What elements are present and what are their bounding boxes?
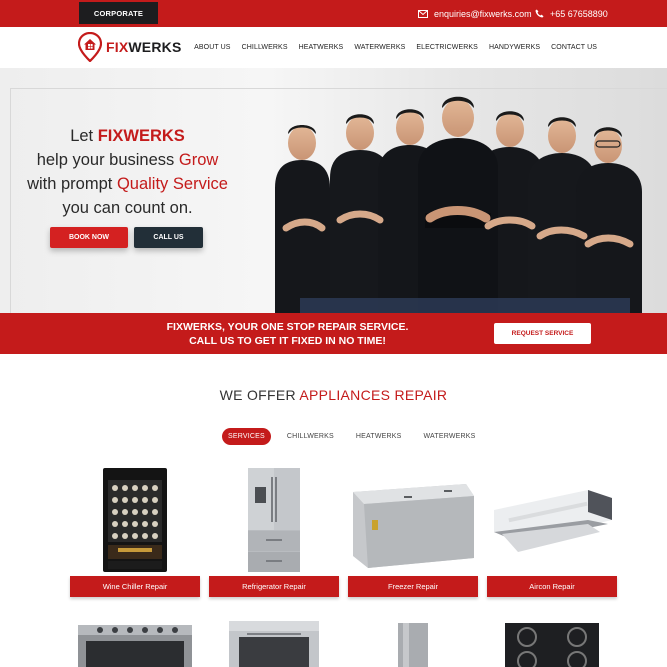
nav-chillwerks[interactable]: CHILLWERKS — [242, 44, 288, 51]
hero-line-3b: Quality Service — [116, 175, 228, 193]
section-title-b: APPLIANCES REPAIR — [299, 387, 448, 403]
tab-waterwerks[interactable]: WATERWERKS — [418, 428, 482, 445]
hero-line-3: with prompt Quality Service — [0, 172, 255, 196]
top-bar: CORPORATE enquiries@fixwerks.com +65 676… — [0, 0, 667, 27]
nav-waterwerks[interactable]: WATERWERKS — [354, 44, 405, 51]
hero-line-2b: Grow — [178, 151, 219, 169]
hero-line-2: help your business Grow — [0, 148, 255, 172]
team-photo — [275, 96, 642, 313]
house-pin-icon — [78, 32, 102, 62]
refrigerator-image — [209, 465, 339, 575]
tab-chillwerks[interactable]: CHILLWERKS — [281, 428, 340, 445]
product-card-oven-range[interactable] — [70, 615, 200, 667]
hero-line-2a: help your business — [36, 151, 179, 169]
hero-line-4: you can count on. — [62, 199, 193, 217]
nav-contact-us[interactable]: CONTACT US — [551, 44, 597, 51]
phone-icon — [535, 9, 544, 18]
tab-heatwerks[interactable]: HEATWERKS — [350, 428, 408, 445]
hero-line-1: Let FIXWERKS — [0, 124, 255, 148]
email-text[interactable]: enquiries@fixwerks.com — [434, 9, 532, 19]
product-card-wine-chiller[interactable]: Wine Chiller Repair — [70, 465, 200, 597]
hero-line-1b: FIXWERKS — [97, 127, 185, 145]
call-us-button[interactable]: CALL US — [134, 227, 203, 248]
product-label[interactable]: Freezer Repair — [348, 576, 478, 597]
main-nav: ABOUT US CHILLWERKS HEATWERKS WATERWERKS… — [194, 27, 597, 68]
section-title-a: WE OFFER — [219, 387, 300, 403]
hero-line-1a: Let — [70, 127, 98, 145]
nav-electricwerks[interactable]: ELECTRICWERKS — [416, 44, 478, 51]
gas-hob-image — [505, 623, 599, 667]
team-member — [576, 127, 642, 313]
wall-oven-image — [229, 621, 319, 667]
banner-line-1: FIXWERKS, YOUR ONE STOP REPAIR SERVICE. — [166, 321, 409, 333]
logo-fix: FIX — [106, 39, 129, 55]
product-card-freezer[interactable]: Freezer Repair — [348, 465, 478, 597]
hero-headline: Let FIXWERKS help your business Grow wit… — [0, 124, 255, 220]
logo-text[interactable]: FIXWERKS — [106, 39, 182, 55]
corporate-button[interactable]: CORPORATE — [79, 2, 158, 24]
banner-text: FIXWERKS, YOUR ONE STOP REPAIR SERVICE. … — [125, 320, 450, 348]
product-card-water-heater[interactable] — [348, 615, 478, 667]
aircon-image — [487, 465, 617, 575]
section-title: WE OFFER APPLIANCES REPAIR — [0, 387, 667, 403]
cta-banner: FIXWERKS, YOUR ONE STOP REPAIR SERVICE. … — [0, 313, 667, 354]
product-label[interactable]: Aircon Repair — [487, 576, 617, 597]
team-member-center — [418, 96, 498, 313]
banner-line-2: CALL US TO GET IT FIXED IN NO TIME! — [189, 335, 386, 347]
product-label[interactable]: Refrigerator Repair — [209, 576, 339, 597]
service-tabs: SERVICES CHILLWERKS HEATWERKS WATERWERKS — [222, 428, 482, 445]
product-card-aircon[interactable]: Aircon Repair — [487, 465, 617, 597]
product-card-wall-oven[interactable] — [209, 615, 339, 667]
nav-about-us[interactable]: ABOUT US — [194, 44, 230, 51]
phone-text[interactable]: +65 67658890 — [550, 9, 608, 19]
nav-heatwerks[interactable]: HEATWERKS — [299, 44, 344, 51]
freezer-image — [348, 465, 478, 575]
request-service-button[interactable]: REQUEST SERVICE — [494, 323, 591, 344]
water-heater-image — [398, 623, 428, 667]
wine-chiller-image — [70, 465, 200, 575]
logo-werks: WERKS — [128, 39, 182, 55]
logo[interactable]: FIXWERKS — [78, 32, 182, 62]
top-phone[interactable]: +65 67658890 — [535, 0, 608, 27]
product-label[interactable]: Wine Chiller Repair — [70, 576, 200, 597]
tab-services[interactable]: SERVICES — [222, 428, 271, 445]
product-card-gas-hob[interactable] — [487, 615, 617, 667]
envelope-icon — [418, 9, 428, 18]
oven-range-image — [78, 625, 192, 667]
nav-handywerks[interactable]: HANDYWERKS — [489, 44, 540, 51]
product-card-refrigerator[interactable]: Refrigerator Repair — [209, 465, 339, 597]
site-header: FIXWERKS ABOUT US CHILLWERKS HEATWERKS W… — [0, 27, 667, 68]
hero-line-3a: with prompt — [27, 175, 117, 193]
book-now-button[interactable]: BOOK NOW — [50, 227, 128, 248]
top-email[interactable]: enquiries@fixwerks.com — [418, 0, 532, 27]
